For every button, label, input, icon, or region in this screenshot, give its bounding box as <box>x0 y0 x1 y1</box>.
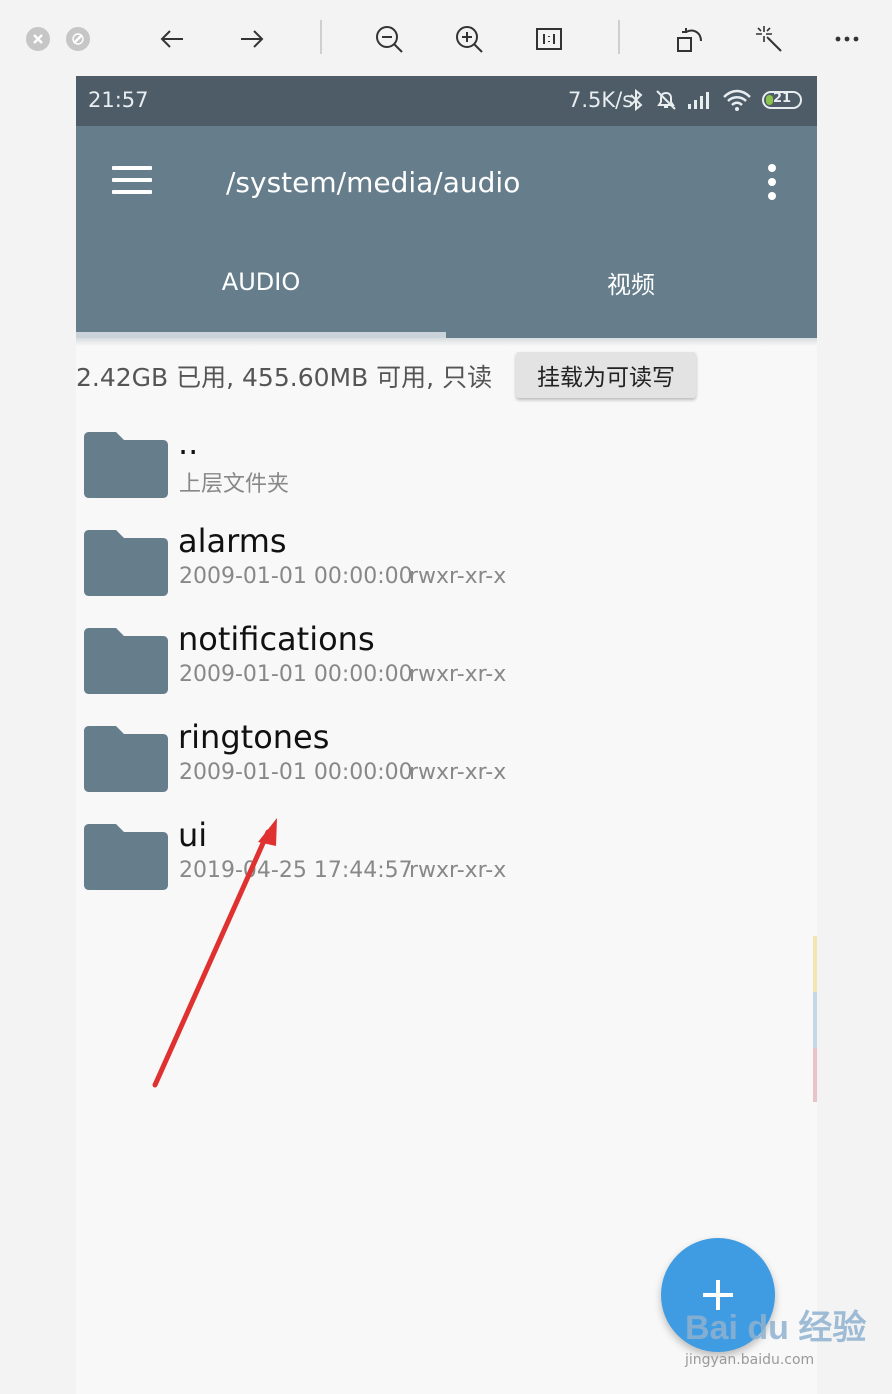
actual-size-icon[interactable] <box>532 22 566 56</box>
page-title: /system/media/audio <box>226 166 521 199</box>
file-name: ringtones <box>178 718 330 756</box>
file-date: 2009-01-01 00:00:00 <box>179 564 413 589</box>
viewer-toolbar <box>0 0 892 76</box>
list-item-alarms[interactable]: alarms 2009-01-01 00:00:00 rwxr-xr-x <box>76 516 817 614</box>
folder-icon <box>84 726 168 792</box>
file-name: .. <box>178 424 199 462</box>
tab-video[interactable]: 视频 <box>446 238 816 338</box>
tab-shadow <box>76 338 817 346</box>
file-permissions: rwxr-xr-x <box>409 760 507 785</box>
network-speed: 7.5K/s <box>568 88 634 112</box>
minimize-icon[interactable] <box>66 27 90 51</box>
file-permissions: rwxr-xr-x <box>409 564 507 589</box>
file-name: alarms <box>178 522 287 560</box>
back-arrow-icon[interactable] <box>155 22 189 56</box>
battery-icon: 21 <box>762 91 802 109</box>
list-item-parent-folder[interactable]: .. 上层文件夹 <box>76 418 817 516</box>
zoom-out-icon[interactable] <box>372 22 406 56</box>
magic-wand-icon[interactable] <box>752 22 786 56</box>
file-date: 2019-04-25 17:44:57 <box>179 858 413 883</box>
list-item-notifications[interactable]: notifications 2009-01-01 00:00:00 rwxr-x… <box>76 614 817 712</box>
file-permissions: rwxr-xr-x <box>409 858 507 883</box>
overflow-menu-button[interactable] <box>762 164 782 202</box>
toolbar-divider <box>618 20 620 54</box>
phone-screen: 21:57 7.5K/s 21 /system/media/audio AUDI… <box>76 76 817 1394</box>
watermark-site: jingyan.baidu.com <box>685 1352 815 1368</box>
rotate-icon[interactable] <box>672 22 706 56</box>
watermark-logo: Bai du 经验 <box>685 1309 867 1347</box>
battery-level: 21 <box>772 91 792 106</box>
bluetooth-icon <box>628 88 644 116</box>
folder-icon <box>84 628 168 694</box>
alarm-off-icon <box>654 88 678 116</box>
signal-icon <box>686 88 714 116</box>
toolbar-divider <box>320 20 322 54</box>
folder-icon <box>84 530 168 596</box>
tab-audio[interactable]: AUDIO <box>76 238 446 338</box>
status-time: 21:57 <box>88 88 149 112</box>
tab-bar: AUDIO 视频 <box>76 238 817 338</box>
file-meta: 上层文件夹 <box>179 472 290 497</box>
decorative-stripe <box>813 1048 817 1102</box>
decorative-stripe <box>813 936 817 992</box>
list-item-ringtones[interactable]: ringtones 2009-01-01 00:00:00 rwxr-xr-x <box>76 712 817 810</box>
file-name: ui <box>178 816 208 854</box>
menu-button[interactable] <box>112 166 154 198</box>
close-icon[interactable] <box>26 27 50 51</box>
file-date: 2009-01-01 00:00:00 <box>179 760 413 785</box>
app-bar: /system/media/audio <box>76 126 817 238</box>
folder-icon <box>84 432 168 498</box>
more-icon[interactable] <box>830 22 864 56</box>
decorative-stripe <box>813 992 817 1048</box>
forward-arrow-icon[interactable] <box>235 22 269 56</box>
status-bar: 21:57 7.5K/s 21 <box>76 76 817 126</box>
list-item-ui[interactable]: ui 2019-04-25 17:44:57 rwxr-xr-x <box>76 810 817 908</box>
file-permissions: rwxr-xr-x <box>409 662 507 687</box>
file-date: 2009-01-01 00:00:00 <box>179 662 413 687</box>
file-name: notifications <box>178 620 375 658</box>
storage-info: 2.42GB 已用, 455.60MB 可用, 只读 <box>76 363 493 392</box>
folder-icon <box>84 824 168 890</box>
mount-readwrite-button[interactable]: 挂载为可读写 <box>516 352 696 398</box>
watermark: Bai du 经验 jingyan.baidu.com <box>685 1300 867 1368</box>
wifi-icon <box>722 88 752 116</box>
zoom-in-icon[interactable] <box>452 22 486 56</box>
